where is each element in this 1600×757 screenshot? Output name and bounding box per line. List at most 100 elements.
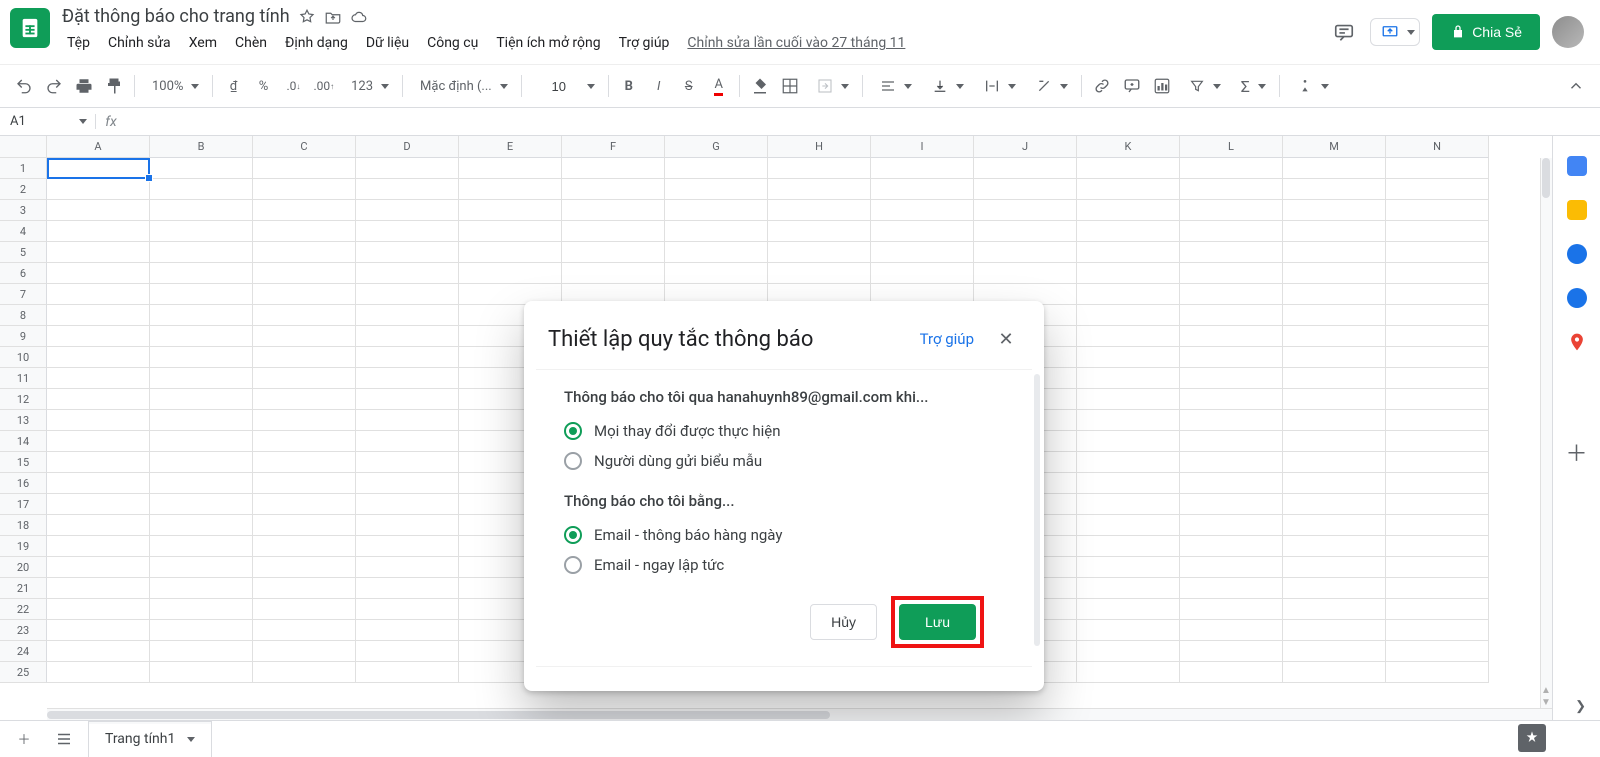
cell[interactable] bbox=[562, 221, 665, 242]
cell[interactable] bbox=[1386, 620, 1489, 641]
cell[interactable] bbox=[1283, 221, 1386, 242]
cell[interactable] bbox=[47, 536, 150, 557]
cell[interactable] bbox=[1077, 536, 1180, 557]
cell[interactable] bbox=[974, 200, 1077, 221]
increase-decimal-button[interactable]: .00↑ bbox=[310, 73, 337, 99]
cell[interactable] bbox=[768, 179, 871, 200]
cell[interactable] bbox=[47, 179, 150, 200]
cell[interactable] bbox=[356, 200, 459, 221]
radio-daily-digest[interactable]: Email - thông báo hàng ngày bbox=[564, 520, 1008, 550]
column-header[interactable]: C bbox=[253, 136, 356, 158]
cell[interactable] bbox=[768, 242, 871, 263]
cell[interactable] bbox=[1180, 515, 1283, 536]
cell[interactable] bbox=[356, 599, 459, 620]
cell[interactable] bbox=[356, 368, 459, 389]
menu-insert[interactable]: Chèn bbox=[228, 31, 274, 55]
cell[interactable] bbox=[47, 284, 150, 305]
cell[interactable] bbox=[253, 242, 356, 263]
cell[interactable] bbox=[1180, 662, 1283, 683]
cell[interactable] bbox=[1180, 410, 1283, 431]
vscroll-thumb[interactable] bbox=[1542, 158, 1550, 198]
row-header[interactable]: 21 bbox=[0, 578, 47, 599]
present-meet-button[interactable] bbox=[1370, 18, 1420, 46]
cell[interactable] bbox=[253, 557, 356, 578]
cell[interactable] bbox=[253, 305, 356, 326]
row-header[interactable]: 8 bbox=[0, 305, 47, 326]
column-header[interactable]: E bbox=[459, 136, 562, 158]
cell[interactable] bbox=[356, 662, 459, 683]
cell[interactable] bbox=[253, 494, 356, 515]
cell[interactable] bbox=[150, 263, 253, 284]
cell[interactable] bbox=[1283, 620, 1386, 641]
zoom-dropdown[interactable]: 100% bbox=[141, 78, 206, 95]
cell[interactable] bbox=[1077, 473, 1180, 494]
cell[interactable] bbox=[150, 494, 253, 515]
cell[interactable] bbox=[47, 578, 150, 599]
cell[interactable] bbox=[974, 263, 1077, 284]
cell[interactable] bbox=[150, 389, 253, 410]
cell[interactable] bbox=[1180, 431, 1283, 452]
italic-button[interactable]: I bbox=[646, 73, 672, 99]
row-header[interactable]: 20 bbox=[0, 557, 47, 578]
cell[interactable] bbox=[1386, 452, 1489, 473]
cell[interactable] bbox=[1077, 158, 1180, 179]
cell[interactable] bbox=[150, 452, 253, 473]
column-header[interactable]: M bbox=[1283, 136, 1386, 158]
sheets-logo[interactable] bbox=[10, 8, 50, 48]
cell[interactable] bbox=[871, 263, 974, 284]
cell[interactable] bbox=[1180, 347, 1283, 368]
font-dropdown[interactable]: Mặc định (... bbox=[409, 78, 515, 95]
cell[interactable] bbox=[1283, 200, 1386, 221]
cell[interactable] bbox=[1077, 305, 1180, 326]
cell[interactable] bbox=[1077, 410, 1180, 431]
column-header[interactable]: G bbox=[665, 136, 768, 158]
cell[interactable] bbox=[871, 242, 974, 263]
row-header[interactable]: 16 bbox=[0, 473, 47, 494]
column-header[interactable]: N bbox=[1386, 136, 1489, 158]
borders-button[interactable] bbox=[777, 73, 803, 99]
row-header[interactable]: 3 bbox=[0, 200, 47, 221]
cell[interactable] bbox=[253, 221, 356, 242]
menu-file[interactable]: Tệp bbox=[60, 31, 97, 55]
cell[interactable] bbox=[1077, 179, 1180, 200]
cell[interactable] bbox=[253, 179, 356, 200]
cell[interactable] bbox=[356, 158, 459, 179]
cell[interactable] bbox=[253, 347, 356, 368]
cell[interactable] bbox=[150, 158, 253, 179]
cell[interactable] bbox=[356, 641, 459, 662]
star-icon[interactable] bbox=[298, 8, 316, 26]
cell[interactable] bbox=[150, 557, 253, 578]
cell[interactable] bbox=[47, 305, 150, 326]
row-header[interactable]: 11 bbox=[0, 368, 47, 389]
keep-icon[interactable] bbox=[1567, 200, 1587, 220]
strike-button[interactable]: S bbox=[676, 73, 702, 99]
row-header[interactable]: 25 bbox=[0, 662, 47, 683]
cell[interactable] bbox=[1386, 557, 1489, 578]
cell[interactable] bbox=[1180, 200, 1283, 221]
cell[interactable] bbox=[356, 557, 459, 578]
accessibility-dropdown[interactable] bbox=[1286, 77, 1336, 95]
cell[interactable] bbox=[1283, 557, 1386, 578]
cell[interactable] bbox=[47, 410, 150, 431]
add-sheet-button[interactable]: ＋ bbox=[8, 723, 40, 755]
cell[interactable] bbox=[1386, 641, 1489, 662]
cell[interactable] bbox=[562, 158, 665, 179]
dialog-help-link[interactable]: Trợ giúp bbox=[920, 330, 974, 348]
contacts-icon[interactable] bbox=[1567, 288, 1587, 308]
cell[interactable] bbox=[47, 200, 150, 221]
sheet-tab-active[interactable]: Trang tính1 bbox=[88, 721, 212, 757]
cell[interactable] bbox=[253, 515, 356, 536]
chart-button[interactable] bbox=[1149, 73, 1175, 99]
cell[interactable] bbox=[1283, 305, 1386, 326]
cell[interactable] bbox=[1180, 452, 1283, 473]
cell[interactable] bbox=[1077, 557, 1180, 578]
cell[interactable] bbox=[1180, 620, 1283, 641]
cell[interactable] bbox=[356, 620, 459, 641]
font-size-input[interactable] bbox=[539, 78, 579, 95]
select-all-corner[interactable] bbox=[0, 136, 47, 158]
cell[interactable] bbox=[1180, 242, 1283, 263]
cell[interactable] bbox=[47, 452, 150, 473]
cell[interactable] bbox=[356, 305, 459, 326]
row-header[interactable]: 17 bbox=[0, 494, 47, 515]
cell[interactable] bbox=[459, 179, 562, 200]
